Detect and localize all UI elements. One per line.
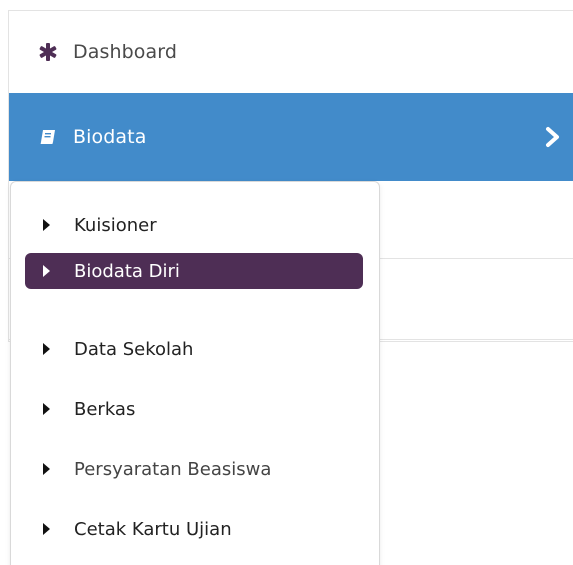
- sidebar-item-label: Biodata: [73, 126, 147, 148]
- submenu-item-persyaratan-beasiswa[interactable]: Persyaratan Beasiswa: [25, 451, 363, 487]
- chevron-right-icon[interactable]: [545, 126, 561, 148]
- submenu-item-label: Berkas: [74, 398, 136, 420]
- submenu-item-data-sekolah[interactable]: Data Sekolah: [25, 331, 363, 367]
- sidebar-item-biodata[interactable]: Biodata: [9, 93, 573, 181]
- submenu-item-label: Biodata Diri: [74, 260, 180, 282]
- biodata-submenu: Kuisioner Biodata Diri Data Sekolah Berk…: [10, 181, 380, 565]
- asterisk-icon: [39, 43, 57, 61]
- stage: Dashboard Biodata Kuisioner Biodata Diri…: [0, 0, 573, 565]
- caret-right-icon: [43, 343, 50, 355]
- caret-right-icon: [43, 463, 50, 475]
- sidebar-item-dashboard[interactable]: Dashboard: [9, 11, 573, 93]
- submenu-item-kuisioner[interactable]: Kuisioner: [25, 207, 363, 243]
- submenu-item-label: Kuisioner: [74, 214, 157, 236]
- caret-right-icon: [43, 403, 50, 415]
- submenu-item-label: Cetak Kartu Ujian: [74, 518, 232, 540]
- book-icon: [39, 128, 57, 146]
- submenu-item-label: Data Sekolah: [74, 338, 194, 360]
- caret-right-icon: [43, 219, 50, 231]
- submenu-item-label: Persyaratan Beasiswa: [74, 458, 272, 480]
- submenu-item-berkas[interactable]: Berkas: [25, 391, 363, 427]
- submenu-item-cetak-kartu-ujian[interactable]: Cetak Kartu Ujian: [25, 511, 363, 547]
- submenu-item-biodata-diri[interactable]: Biodata Diri: [25, 253, 363, 289]
- caret-right-icon: [43, 265, 50, 277]
- sidebar-item-label: Dashboard: [73, 41, 177, 63]
- caret-right-icon: [43, 523, 50, 535]
